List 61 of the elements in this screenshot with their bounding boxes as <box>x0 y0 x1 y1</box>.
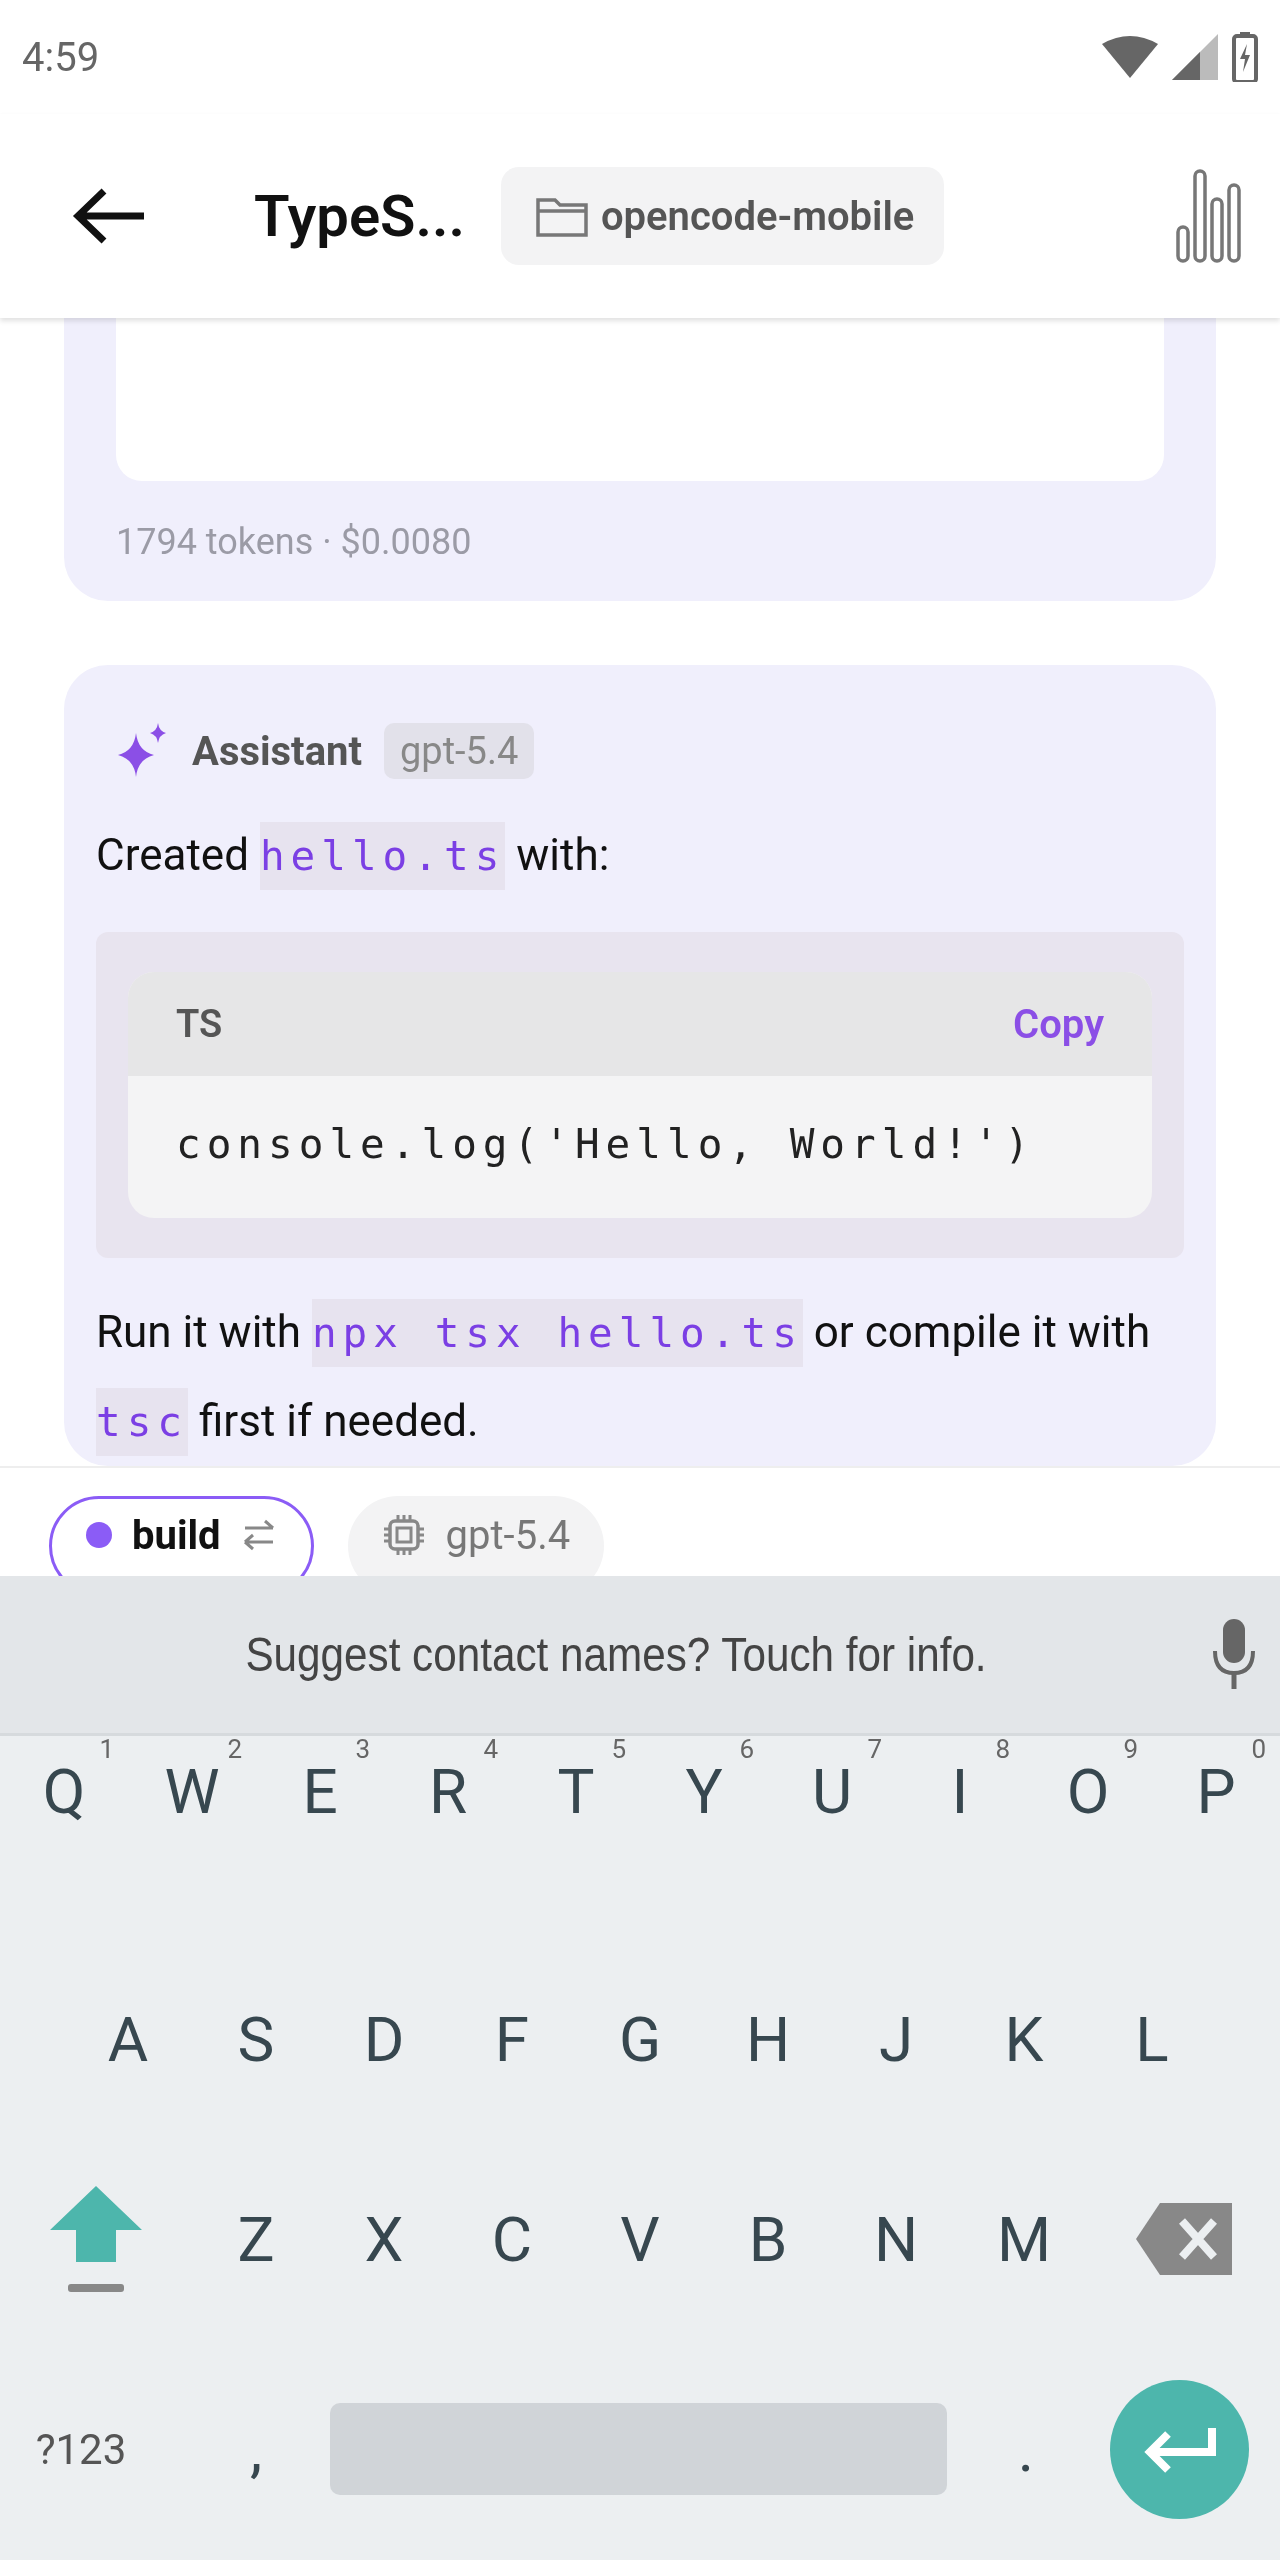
key[interactable]: J <box>832 1939 960 2139</box>
model-badge: gpt-5.4 <box>384 723 535 779</box>
code-text: console.log('Hello, World!') <box>175 1119 1037 1170</box>
key-hint: 3 <box>355 1734 370 1764</box>
key[interactable]: A <box>64 1939 192 2139</box>
key[interactable]: L <box>1088 1939 1216 2139</box>
key[interactable]: U 7 <box>768 1736 896 1846</box>
message-text: Created hello.ts with: <box>96 811 1184 900</box>
key-hint: 2 <box>227 1734 242 1764</box>
key-hint: 6 <box>739 1734 754 1764</box>
symbols-key[interactable]: ?123 <box>0 2339 192 2559</box>
key[interactable]: M <box>960 2139 1088 2339</box>
key-hint: 9 <box>1123 1734 1138 1764</box>
agent-chip[interactable]: build <box>49 1496 314 1576</box>
key[interactable]: K <box>960 1939 1088 2139</box>
key-hint: 7 <box>867 1734 882 1764</box>
bar-chart-icon[interactable] <box>1176 169 1242 263</box>
key[interactable]: T 5 <box>512 1736 640 1846</box>
key-hint: 1 <box>99 1734 114 1764</box>
role-label: Assistant <box>192 727 362 775</box>
key-hint: 5 <box>611 1734 626 1764</box>
battery-icon <box>1232 32 1258 82</box>
status-time: 4:59 <box>22 33 100 81</box>
copy-button[interactable]: Copy <box>1013 1000 1104 1048</box>
key[interactable]: . <box>962 2339 1090 2559</box>
code-language: TS <box>176 1002 223 1046</box>
key[interactable]: X <box>320 2139 448 2339</box>
key[interactable]: G <box>576 1939 704 2139</box>
backspace-icon <box>1136 2203 1232 2275</box>
key[interactable]: P 0 <box>1152 1736 1280 1846</box>
key[interactable]: Q 1 <box>0 1736 128 1846</box>
chat-title: TypeS... <box>254 182 465 250</box>
chip-icon <box>381 1513 426 1557</box>
key[interactable]: D <box>320 1939 448 2139</box>
microphone-icon[interactable] <box>1212 1618 1256 1691</box>
key[interactable]: , <box>192 2339 320 2559</box>
wifi-icon <box>1102 36 1158 78</box>
key[interactable]: H <box>704 1939 832 2139</box>
model-chip[interactable]: gpt-5.4 <box>347 1496 605 1576</box>
key[interactable]: E 3 <box>256 1736 384 1846</box>
key[interactable]: Z <box>192 2139 320 2339</box>
key[interactable]: B <box>704 2139 832 2339</box>
shift-arrow-icon <box>48 2184 144 2294</box>
key[interactable]: O 9 <box>1024 1736 1152 1846</box>
usage-text: 1794 tokens · $0.0080 <box>116 521 473 563</box>
key[interactable]: F <box>448 1939 576 2139</box>
suggestion-text[interactable]: Suggest contact names? Touch for info. <box>126 1627 1106 1682</box>
status-dot-icon <box>86 1522 112 1548</box>
key[interactable]: S <box>192 1939 320 2139</box>
key[interactable]: Y 6 <box>640 1736 768 1846</box>
project-chip[interactable]: opencode-mobile <box>500 167 945 265</box>
message-text: Run it with npx tsx hello.ts or compile it with tsc first if needed. <box>96 1288 1184 1466</box>
key-hint: 4 <box>483 1734 498 1764</box>
key[interactable]: V <box>576 2139 704 2339</box>
key-hint: 0 <box>1251 1734 1266 1764</box>
signal-icon <box>1172 34 1218 80</box>
key[interactable]: I 8 <box>896 1736 1024 1846</box>
key[interactable]: R 4 <box>384 1736 512 1846</box>
key-hint: 8 <box>995 1734 1010 1764</box>
key[interactable]: C <box>448 2139 576 2339</box>
key[interactable]: N <box>832 2139 960 2339</box>
